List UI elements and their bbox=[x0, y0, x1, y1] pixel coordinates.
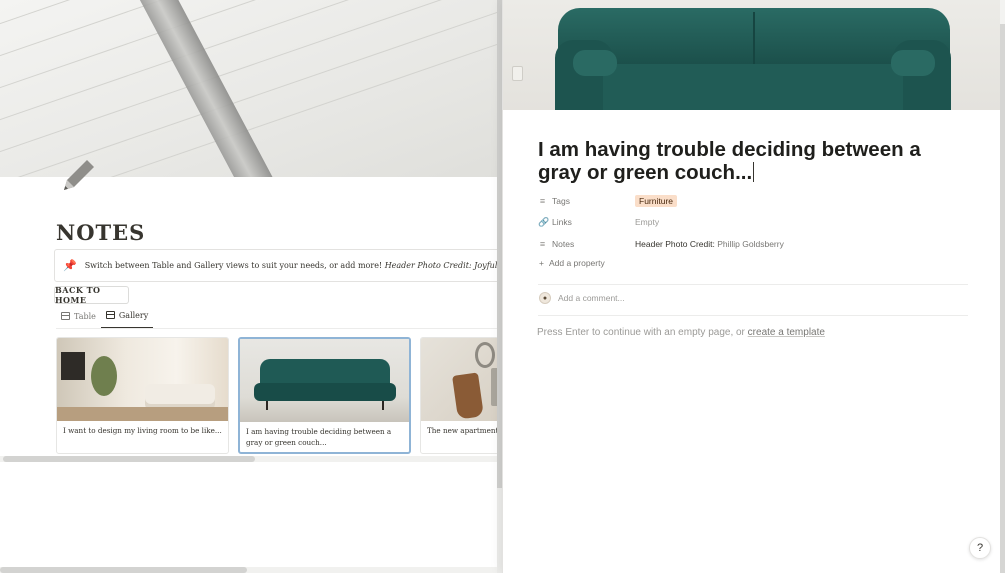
gallery-card[interactable]: I want to design my living room to be li… bbox=[56, 337, 229, 454]
gallery-card[interactable]: The new apartment is great for... bbox=[420, 337, 502, 454]
card-title: The new apartment is great for... bbox=[427, 426, 502, 435]
card-cover-image bbox=[240, 339, 409, 422]
card-cover-image bbox=[57, 338, 228, 421]
notes-value[interactable]: Header Photo Credit: Phillip Goldsberry bbox=[635, 239, 784, 249]
page-horizontal-scrollbar[interactable] bbox=[0, 567, 502, 573]
cover-image bbox=[0, 0, 502, 177]
property-notes[interactable]: ≡ Notes Header Photo Credit: Phillip Gol… bbox=[538, 235, 784, 253]
card-cover-image bbox=[421, 338, 502, 421]
side-peek-panel: I am having trouble deciding between a g… bbox=[503, 0, 1005, 573]
table-icon bbox=[61, 312, 70, 320]
pushpin-icon: 📌 bbox=[63, 259, 77, 272]
list-icon: ≡ bbox=[539, 196, 546, 206]
divider bbox=[538, 284, 968, 285]
card-title: I am having trouble deciding between a g… bbox=[246, 427, 392, 447]
gallery-view: I want to design my living room to be li… bbox=[56, 337, 502, 454]
gallery-card-selected[interactable]: I am having trouble deciding between a g… bbox=[238, 337, 411, 454]
page-title: NOTES bbox=[56, 220, 146, 245]
gallery-horizontal-scrollbar[interactable] bbox=[0, 456, 502, 462]
peek-title[interactable]: I am having trouble deciding between a g… bbox=[538, 138, 958, 184]
create-template-link[interactable]: create a template bbox=[748, 327, 825, 338]
tab-table[interactable]: Table bbox=[56, 308, 101, 329]
peek-vertical-scrollbar[interactable] bbox=[1000, 0, 1005, 573]
back-to-home-button[interactable]: BACK TO HOME bbox=[54, 285, 129, 305]
divider bbox=[538, 315, 968, 316]
tabs-divider bbox=[56, 328, 502, 329]
add-comment-field[interactable]: ● Add a comment... bbox=[539, 292, 625, 304]
plus-icon: + bbox=[539, 258, 544, 268]
peek-cover-image[interactable] bbox=[503, 0, 1000, 110]
credit-label: Header Photo Credit: bbox=[384, 261, 472, 270]
gallery-icon bbox=[105, 311, 115, 319]
property-links[interactable]: 🔗 Links Empty bbox=[538, 213, 659, 231]
text-cursor bbox=[753, 162, 755, 182]
help-button[interactable]: ? bbox=[969, 537, 991, 559]
empty-page-hint: Press Enter to continue with an empty pa… bbox=[537, 327, 825, 338]
links-value[interactable]: Empty bbox=[635, 217, 659, 227]
tab-gallery[interactable]: Gallery bbox=[100, 308, 154, 329]
property-tags[interactable]: ≡ Tags Furniture bbox=[538, 192, 678, 210]
credit-name: Joyful bbox=[474, 261, 498, 270]
callout-block[interactable]: 📌 Switch between Table and Gallery views… bbox=[54, 249, 502, 282]
pencil-icon[interactable] bbox=[58, 156, 98, 196]
view-tabs: Table Gallery bbox=[56, 308, 154, 329]
add-property-button[interactable]: + Add a property bbox=[539, 258, 605, 268]
callout-text: Switch between Table and Gallery views t… bbox=[84, 261, 498, 270]
card-title: I want to design my living room to be li… bbox=[63, 426, 222, 435]
page-vertical-scrollbar[interactable] bbox=[497, 0, 502, 573]
tag-furniture[interactable]: Furniture bbox=[635, 195, 678, 207]
text-lines-icon: ≡ bbox=[539, 239, 546, 249]
background-page: NOTES 📌 Switch between Table and Gallery… bbox=[0, 0, 502, 573]
avatar: ● bbox=[539, 292, 551, 304]
link-icon: 🔗 bbox=[538, 216, 550, 227]
